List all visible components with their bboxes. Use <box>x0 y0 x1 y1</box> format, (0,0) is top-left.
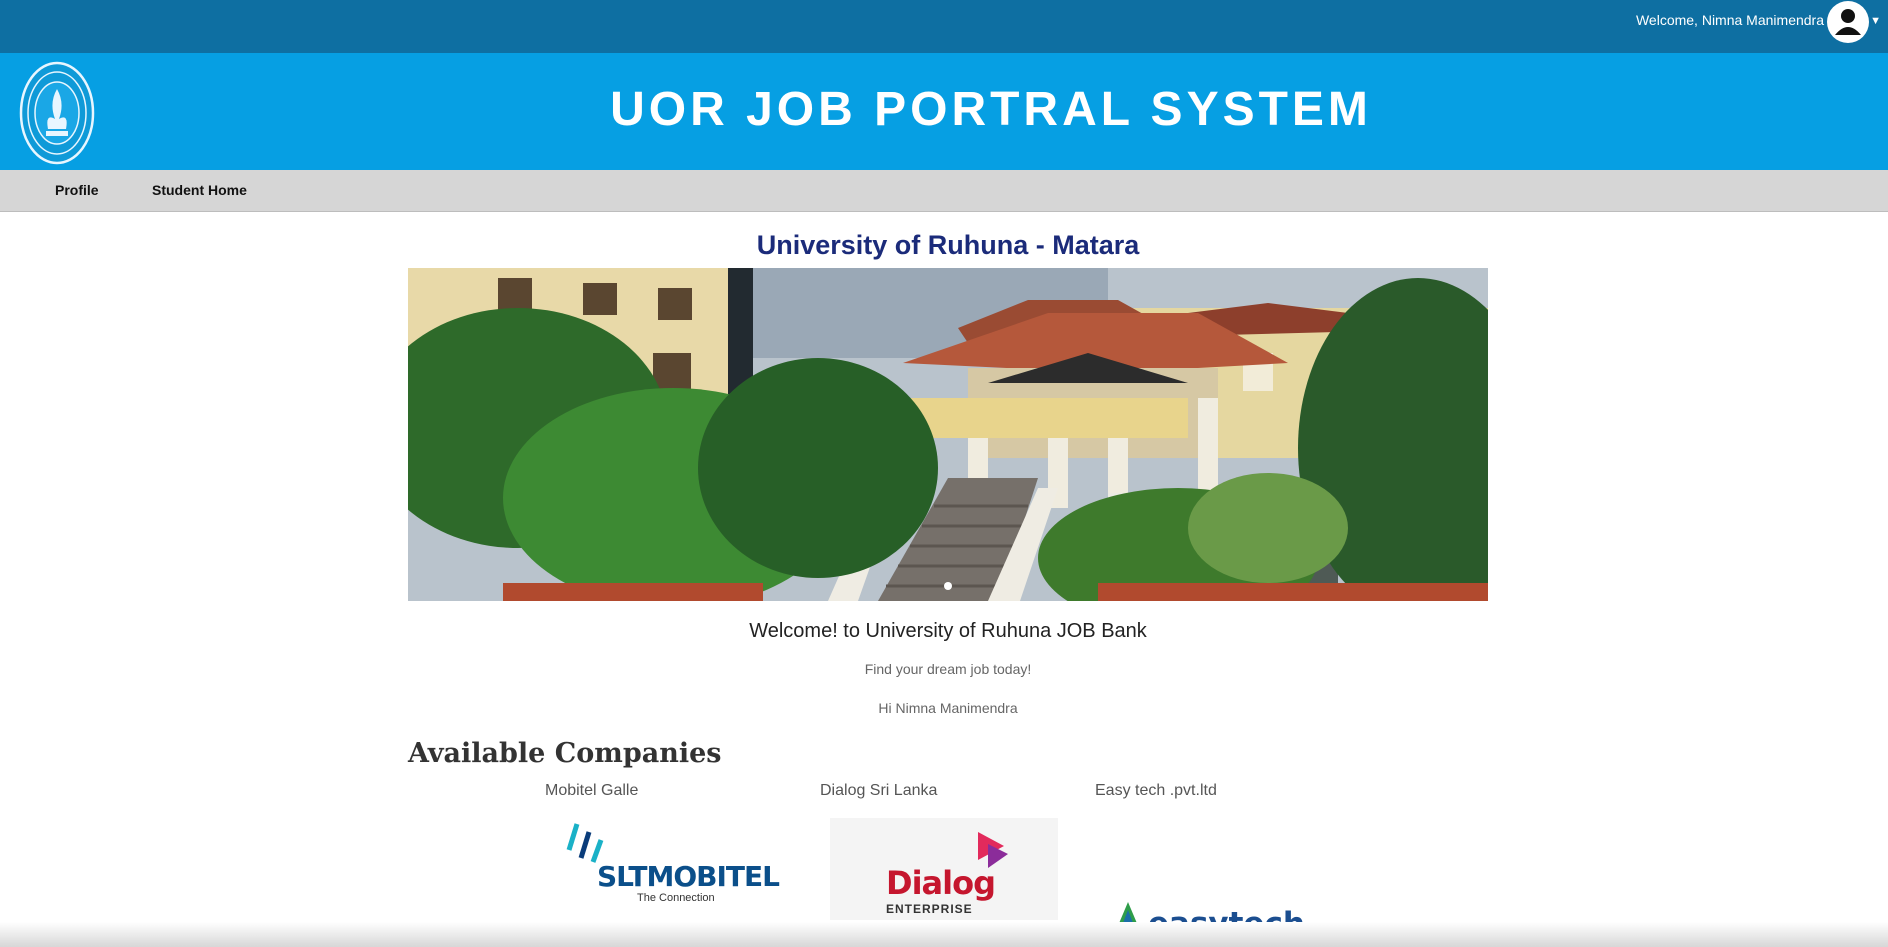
welcome-user-text: Welcome, Nimna Manimendra <box>1635 12 1824 28</box>
company-name-mobitel[interactable]: Mobitel Galle <box>545 782 638 800</box>
greeting-text: Hi Nimna Manimendra <box>878 700 1018 716</box>
nav-bar: Profile Student Home <box>0 170 1888 212</box>
site-title: UOR JOB PORTRAL SYSTEM <box>610 83 1372 136</box>
nav-item-profile[interactable]: Profile <box>55 182 99 198</box>
site-banner: UOR JOB PORTRAL SYSTEM <box>0 53 1888 170</box>
caret-down-icon[interactable]: ▼ <box>1870 15 1881 27</box>
top-bar: Welcome, Nimna Manimendra ▼ <box>0 0 1888 53</box>
welcome-heading: Welcome! to University of Ruhuna JOB Ban… <box>749 620 1147 642</box>
company-logo-dialog[interactable]: Dialog ENTERPRISE <box>830 818 1058 920</box>
nav-item-student-home[interactable]: Student Home <box>152 182 247 198</box>
dialog-logo-subtext: ENTERPRISE <box>886 902 973 916</box>
company-name-dialog[interactable]: Dialog Sri Lanka <box>820 782 937 800</box>
company-logo-mobitel[interactable]: SLTMOBITEL The Connection <box>555 818 785 908</box>
mobitel-logo-text: SLTMOBITEL <box>597 860 780 893</box>
bottom-edge-shadow <box>0 922 1888 947</box>
campus-hero-image <box>408 268 1488 601</box>
tagline-text: Find your dream job today! <box>864 661 1032 677</box>
user-avatar-icon[interactable] <box>1827 1 1869 43</box>
campus-title: University of Ruhuna - Matara <box>756 230 1140 260</box>
company-name-easytech[interactable]: Easy tech .pvt.ltd <box>1095 782 1217 800</box>
available-companies-heading: Available Companies <box>408 738 722 769</box>
dialog-logo-text: Dialog <box>886 864 996 902</box>
mobitel-logo-subtext: The Connection <box>637 892 715 904</box>
